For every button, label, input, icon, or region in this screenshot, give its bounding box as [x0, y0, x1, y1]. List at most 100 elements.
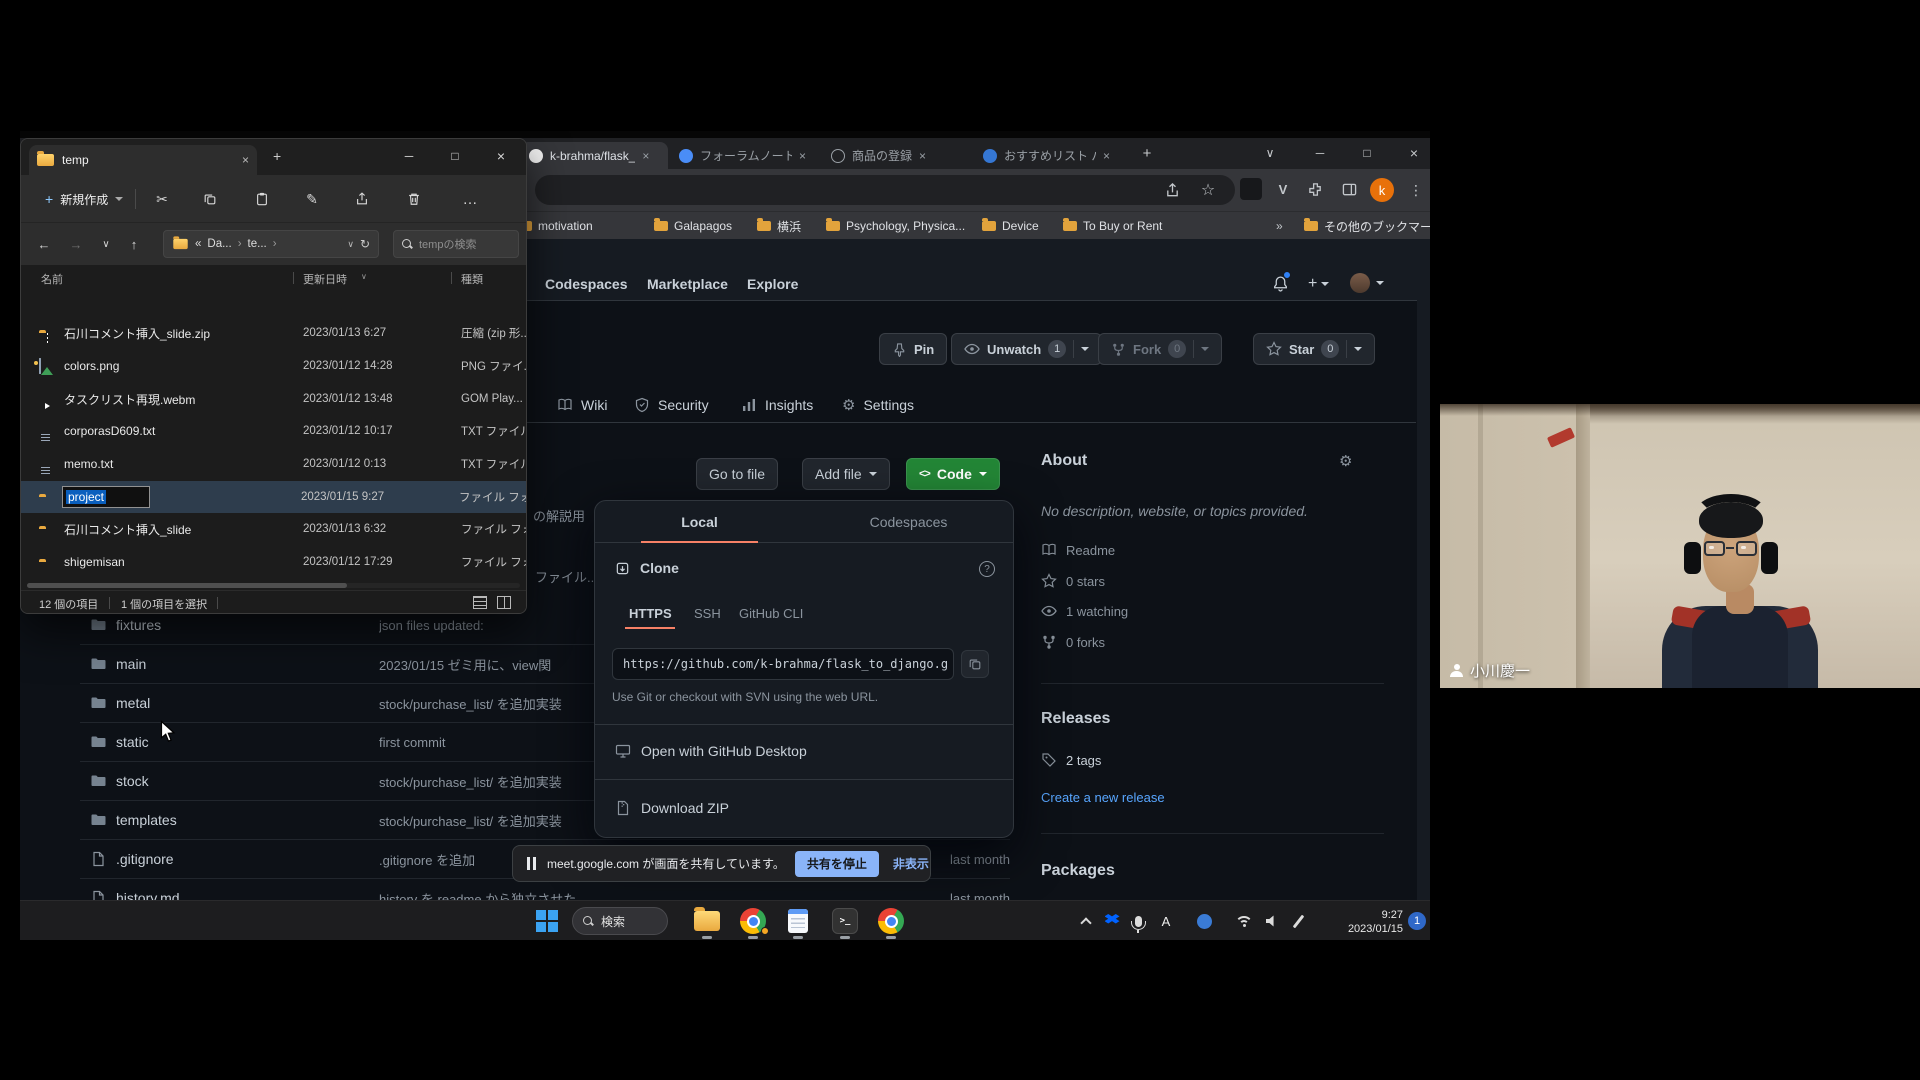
- fork-button[interactable]: Fork 0: [1098, 333, 1222, 365]
- hide-bar-button[interactable]: 非表示: [893, 855, 929, 872]
- page-scrollbar[interactable]: [1417, 239, 1430, 900]
- paste-icon[interactable]: [247, 185, 277, 213]
- tab-close-icon[interactable]: ×: [919, 149, 926, 163]
- notification-count-badge[interactable]: 1: [1408, 912, 1426, 930]
- bookmark-folder-psychology[interactable]: Psychology, Physica...: [826, 212, 965, 240]
- caret-down-icon[interactable]: [1376, 281, 1384, 285]
- browser-tab-product[interactable]: 商品の登録 ×: [822, 142, 972, 169]
- ime-mode-indicator[interactable]: A: [1152, 907, 1180, 935]
- column-name[interactable]: 名前: [41, 271, 63, 287]
- window-minimize-button[interactable]: ─: [386, 139, 432, 173]
- menu-kebab-icon[interactable]: ⋮: [1406, 176, 1426, 204]
- about-gear-icon[interactable]: ⚙: [1339, 452, 1352, 470]
- divider[interactable]: [451, 272, 452, 284]
- copy-url-button[interactable]: [961, 650, 989, 678]
- search-input[interactable]: tempの検索: [393, 230, 519, 258]
- protocol-ssh-tab[interactable]: SSH: [694, 606, 721, 621]
- readme-link[interactable]: Readme: [1041, 542, 1115, 558]
- bookmark-folder-galapagos[interactable]: Galapagos: [654, 212, 732, 240]
- back-icon[interactable]: ←: [31, 231, 57, 257]
- browser-tab-github[interactable]: k-brahma/flask_ ×: [520, 142, 668, 169]
- file-row[interactable]: shigemisan 2023/01/12 17:29 ファイル フォ...: [21, 546, 526, 578]
- horizontal-scrollbar[interactable]: [27, 583, 520, 588]
- clone-url-input[interactable]: https://github.com/k-brahma/flask_to_dja…: [612, 648, 954, 680]
- download-zip-row[interactable]: Download ZIP: [615, 800, 729, 816]
- caret-down-icon[interactable]: [1081, 347, 1089, 351]
- tab-close-icon[interactable]: ×: [1103, 149, 1110, 163]
- help-icon[interactable]: ?: [979, 561, 995, 577]
- star-button[interactable]: Star 0: [1253, 333, 1375, 365]
- tab-local[interactable]: Local: [595, 501, 804, 542]
- volume-tray-icon[interactable]: [1258, 907, 1286, 935]
- taskbar-terminal-icon[interactable]: <>>_: [831, 907, 859, 935]
- tab-close-icon[interactable]: ×: [799, 149, 806, 163]
- taskbar-explorer-icon[interactable]: [693, 907, 721, 935]
- file-name[interactable]: fixtures: [116, 617, 379, 633]
- forks-link[interactable]: 0 forks: [1041, 634, 1105, 650]
- watching-link[interactable]: 1 watching: [1041, 603, 1128, 619]
- tags-link[interactable]: 2 tags: [1041, 752, 1101, 768]
- file-name[interactable]: templates: [116, 812, 379, 828]
- browser-tab-list[interactable]: おすすめリスト パソ ×: [974, 142, 1124, 169]
- list-view-icon[interactable]: [473, 596, 487, 609]
- cut-icon[interactable]: ✂: [147, 185, 177, 213]
- profile-avatar[interactable]: k: [1370, 178, 1394, 202]
- new-tab-button[interactable]: +: [1132, 138, 1162, 168]
- copy-icon[interactable]: [195, 185, 225, 213]
- bookmark-folder-tobuy[interactable]: To Buy or Rent: [1063, 212, 1162, 240]
- share-icon[interactable]: [1158, 176, 1186, 204]
- hidden-icons-chevron[interactable]: [1072, 907, 1100, 935]
- browser-tab-forum[interactable]: フォーラムノートパソ ×: [670, 142, 820, 169]
- extensions-puzzle-icon[interactable]: [1304, 178, 1326, 200]
- share-icon[interactable]: [347, 185, 377, 213]
- add-file-button[interactable]: Add file: [802, 458, 890, 490]
- file-name[interactable]: history.md: [116, 890, 379, 900]
- status-tray-icon[interactable]: [1190, 907, 1218, 935]
- file-row[interactable]: memo.txt 2023/01/12 0:13 TXT ファイル: [21, 448, 526, 480]
- more-options-icon[interactable]: …: [455, 185, 485, 213]
- detail-view-icon[interactable]: [497, 596, 511, 609]
- breadcrumb[interactable]: « Da... › te... › ∨ ↻: [163, 230, 379, 258]
- refresh-icon[interactable]: ↻: [360, 237, 370, 251]
- go-to-file-button[interactable]: Go to file: [696, 458, 778, 490]
- taskbar-search[interactable]: 検索: [572, 907, 668, 935]
- create-release-link[interactable]: Create a new release: [1041, 790, 1165, 805]
- explorer-tab[interactable]: temp ×: [29, 145, 257, 175]
- forward-icon[interactable]: →: [63, 231, 89, 257]
- column-type[interactable]: 種類: [461, 271, 483, 287]
- protocol-cli-tab[interactable]: GitHub CLI: [739, 606, 803, 621]
- window-close-button[interactable]: ×: [1394, 138, 1430, 168]
- wifi-tray-icon[interactable]: [1230, 907, 1258, 935]
- window-maximize-button[interactable]: □: [1347, 138, 1387, 168]
- taskbar-clock[interactable]: 9:27 2023/01/15: [1315, 908, 1403, 937]
- tab-settings[interactable]: ⚙ Settings: [842, 387, 914, 423]
- extension-icon-v[interactable]: V: [1272, 178, 1294, 200]
- file-name[interactable]: metal: [116, 695, 379, 711]
- tab-search-chevron-icon[interactable]: ∨: [1250, 138, 1290, 168]
- file-row[interactable]: タスクリスト再現.webm 2023/01/12 13:48 GOM Play.…: [21, 383, 526, 415]
- bookmarks-overflow-icon[interactable]: »: [1276, 212, 1283, 240]
- stop-sharing-button[interactable]: 共有を停止: [795, 851, 879, 877]
- nav-explore[interactable]: Explore: [747, 276, 798, 292]
- breadcrumb-item[interactable]: te...: [248, 238, 267, 250]
- rename-input[interactable]: project: [62, 486, 150, 508]
- stars-link[interactable]: 0 stars: [1041, 573, 1105, 589]
- recent-chevron-icon[interactable]: ∨: [93, 231, 119, 257]
- new-tab-icon[interactable]: +: [273, 148, 281, 164]
- tab-wiki[interactable]: Wiki: [557, 387, 607, 423]
- delete-trash-icon[interactable]: [399, 185, 429, 213]
- commit-message[interactable]: history を readme から独立させた: [379, 889, 938, 901]
- tab-insights[interactable]: Insights: [741, 387, 813, 423]
- file-name[interactable]: static: [116, 734, 379, 750]
- divider[interactable]: [293, 272, 294, 284]
- bookmark-folder-motivation[interactable]: motivation: [518, 212, 593, 240]
- protocol-https-tab[interactable]: HTTPS: [629, 606, 672, 621]
- scrollbar-thumb[interactable]: [27, 583, 347, 588]
- window-maximize-button[interactable]: □: [432, 139, 478, 173]
- window-close-button[interactable]: ×: [478, 139, 524, 173]
- start-button[interactable]: [533, 907, 561, 935]
- up-icon[interactable]: ↑: [121, 231, 147, 257]
- pen-tray-icon[interactable]: [1284, 907, 1312, 935]
- tab-security[interactable]: Security: [634, 387, 709, 423]
- file-row[interactable]: colors.png 2023/01/12 14:28 PNG ファイ...: [21, 350, 526, 382]
